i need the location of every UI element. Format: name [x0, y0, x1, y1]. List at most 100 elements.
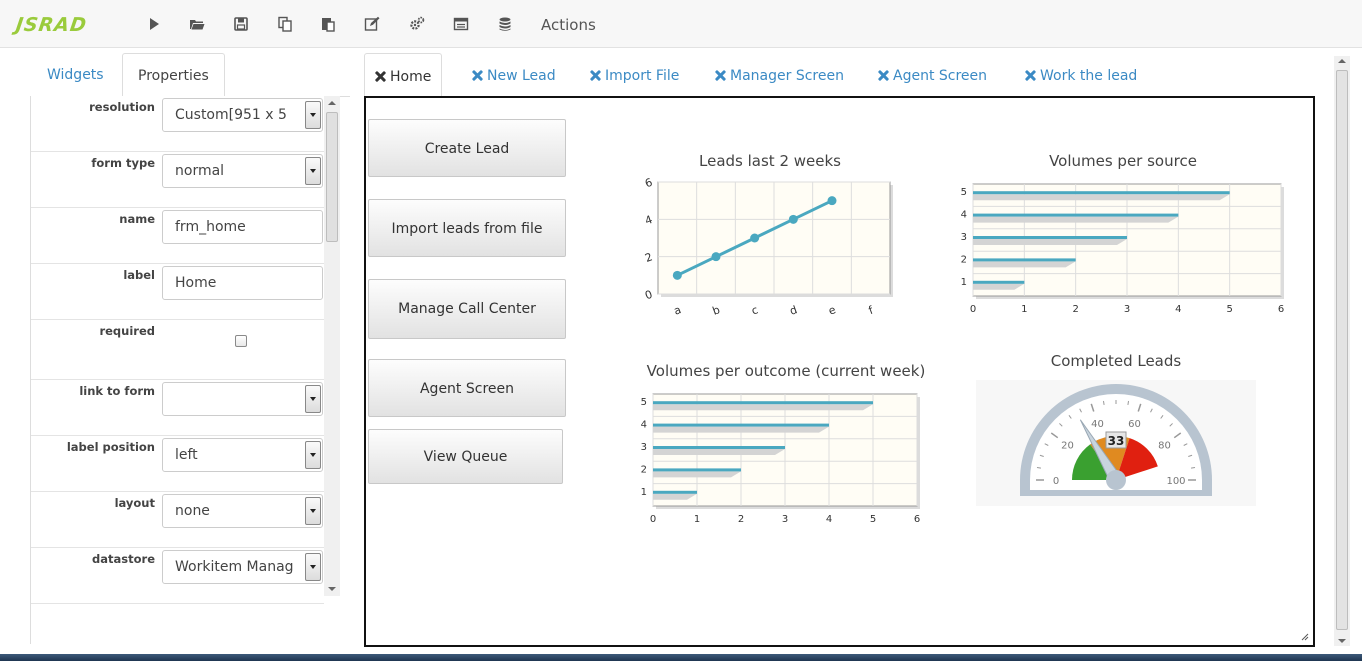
property-label: resolution — [89, 100, 155, 114]
agent-screen-button[interactable]: Agent Screen — [368, 359, 566, 417]
resize-handle-icon[interactable] — [1301, 633, 1309, 641]
x-tick-label: c — [750, 303, 760, 317]
close-icon[interactable] — [878, 70, 889, 81]
scrollbar-thumb[interactable] — [326, 112, 338, 242]
button-label: Manage Call Center — [398, 301, 536, 317]
y-tick-label: 5 — [961, 187, 967, 198]
save-button[interactable] — [230, 13, 252, 35]
label-position-value: left — [175, 447, 198, 463]
window-button[interactable] — [450, 13, 472, 35]
y-tick-label: 5 — [641, 397, 647, 408]
x-tick-label: 6 — [1278, 304, 1284, 315]
tab-new-lead[interactable]: New Lead — [462, 53, 566, 97]
properties-grid: resolution Custom[951 x 5 form type norm… — [30, 96, 324, 644]
property-label: layout — [114, 496, 155, 510]
tab-home[interactable]: Home — [364, 53, 443, 97]
resolution-value: Custom[951 x 5 — [175, 107, 287, 123]
y-tick-label: 2 — [641, 464, 647, 475]
button-label: Import leads from file — [391, 221, 543, 237]
tab-properties[interactable]: Properties — [122, 53, 225, 98]
x-tick-label: 2 — [1072, 304, 1078, 315]
x-tick-label: b — [711, 303, 722, 318]
tab-work-the-lead[interactable]: Work the lead — [1015, 53, 1147, 97]
resolution-select[interactable]: Custom[951 x 5 — [162, 98, 323, 132]
property-row-link-to-form: link to form — [31, 380, 324, 436]
bar-shadow — [653, 426, 829, 433]
edit-button[interactable] — [361, 13, 383, 35]
property-row-label: label Home — [31, 264, 324, 320]
chart-title: Volumes per source — [1049, 152, 1197, 170]
tab-label: Work the lead — [1040, 68, 1138, 84]
bar — [653, 423, 829, 427]
required-checkbox[interactable] — [235, 335, 247, 347]
gauge-tick — [1127, 400, 1130, 406]
close-icon[interactable] — [472, 70, 483, 81]
scrollbar-thumb[interactable] — [1336, 70, 1348, 630]
scroll-down-icon[interactable] — [328, 587, 336, 591]
close-icon[interactable] — [715, 70, 726, 81]
close-icon[interactable] — [590, 70, 601, 81]
properties-scrollbar[interactable] — [324, 96, 340, 596]
import-leads-button[interactable]: Import leads from file — [368, 199, 566, 257]
window-icon — [453, 17, 469, 31]
paste-button[interactable] — [317, 13, 339, 35]
link-to-form-select[interactable] — [162, 382, 323, 416]
y-tick-label: 4 — [643, 213, 654, 228]
chevron-down-icon — [305, 157, 321, 185]
y-tick-label: 3 — [641, 442, 647, 453]
scroll-up-icon[interactable] — [328, 101, 336, 105]
form-type-select[interactable]: normal — [162, 154, 323, 188]
datastore-select[interactable]: Workitem Manag — [162, 550, 323, 584]
bar — [653, 468, 741, 472]
chevron-down-icon — [305, 441, 321, 469]
close-icon[interactable] — [375, 71, 386, 82]
y-tick-label: 6 — [643, 176, 654, 191]
create-lead-button[interactable]: Create Lead — [368, 119, 566, 177]
form-canvas: Create Lead Import leads from file Manag… — [364, 96, 1315, 647]
scroll-down-icon[interactable] — [1338, 639, 1346, 643]
label-input[interactable]: Home — [162, 266, 323, 300]
x-tick-label: 1 — [694, 514, 700, 525]
button-label: View Queue — [423, 449, 508, 465]
bar-shadow — [973, 194, 1230, 201]
layout-select[interactable]: none — [162, 494, 323, 528]
bar — [973, 213, 1179, 217]
tab-widgets[interactable]: Widgets — [32, 53, 119, 97]
actions-menu[interactable]: Actions — [541, 16, 596, 34]
play-button[interactable] — [143, 13, 165, 35]
tab-manager-screen[interactable]: Manager Screen — [705, 53, 854, 97]
volumes-outcome-bar-chart: 0 1 2 3 4 5 6 1 2 3 4 5 — [641, 393, 920, 525]
y-tick-label: 4 — [641, 420, 647, 431]
tab-agent-screen[interactable]: Agent Screen — [868, 53, 997, 97]
x-tick-label: 3 — [1124, 304, 1130, 315]
x-tick-label: 6 — [914, 514, 920, 525]
bar-shadow — [653, 449, 785, 455]
gauge-value-label: 33 — [1108, 434, 1125, 448]
label-position-select[interactable]: left — [162, 438, 323, 472]
form-type-value: normal — [175, 163, 225, 179]
left-panel: Widgets Properties resolution Custom[951… — [0, 49, 352, 644]
chart-title: Completed Leads — [1050, 352, 1182, 370]
canvas-scrollbar[interactable] — [1334, 56, 1350, 646]
bar-shadow — [653, 404, 873, 411]
x-tick-label: d — [788, 303, 799, 318]
view-queue-button[interactable]: View Queue — [368, 429, 563, 484]
database-button[interactable] — [494, 13, 516, 35]
chevron-down-icon — [305, 101, 321, 129]
manage-call-center-button[interactable]: Manage Call Center — [368, 279, 566, 339]
bar-shadow — [973, 261, 1076, 268]
edit-icon — [364, 16, 380, 31]
scroll-up-icon[interactable] — [1338, 59, 1346, 63]
copy-button[interactable] — [274, 13, 296, 35]
name-input[interactable]: frm_home — [162, 210, 323, 244]
bar-shadow — [973, 216, 1179, 223]
settings-button[interactable] — [406, 13, 428, 35]
open-button[interactable] — [186, 13, 208, 35]
close-icon[interactable] — [1025, 70, 1036, 81]
y-tick-label: 3 — [961, 232, 967, 243]
tab-label: Home — [390, 69, 432, 85]
gauge-tick-label: 0 — [1053, 476, 1059, 487]
data-point — [711, 252, 721, 262]
tab-import-file[interactable]: Import File — [580, 53, 689, 97]
chart-title: Volumes per outcome (current week) — [646, 362, 926, 380]
